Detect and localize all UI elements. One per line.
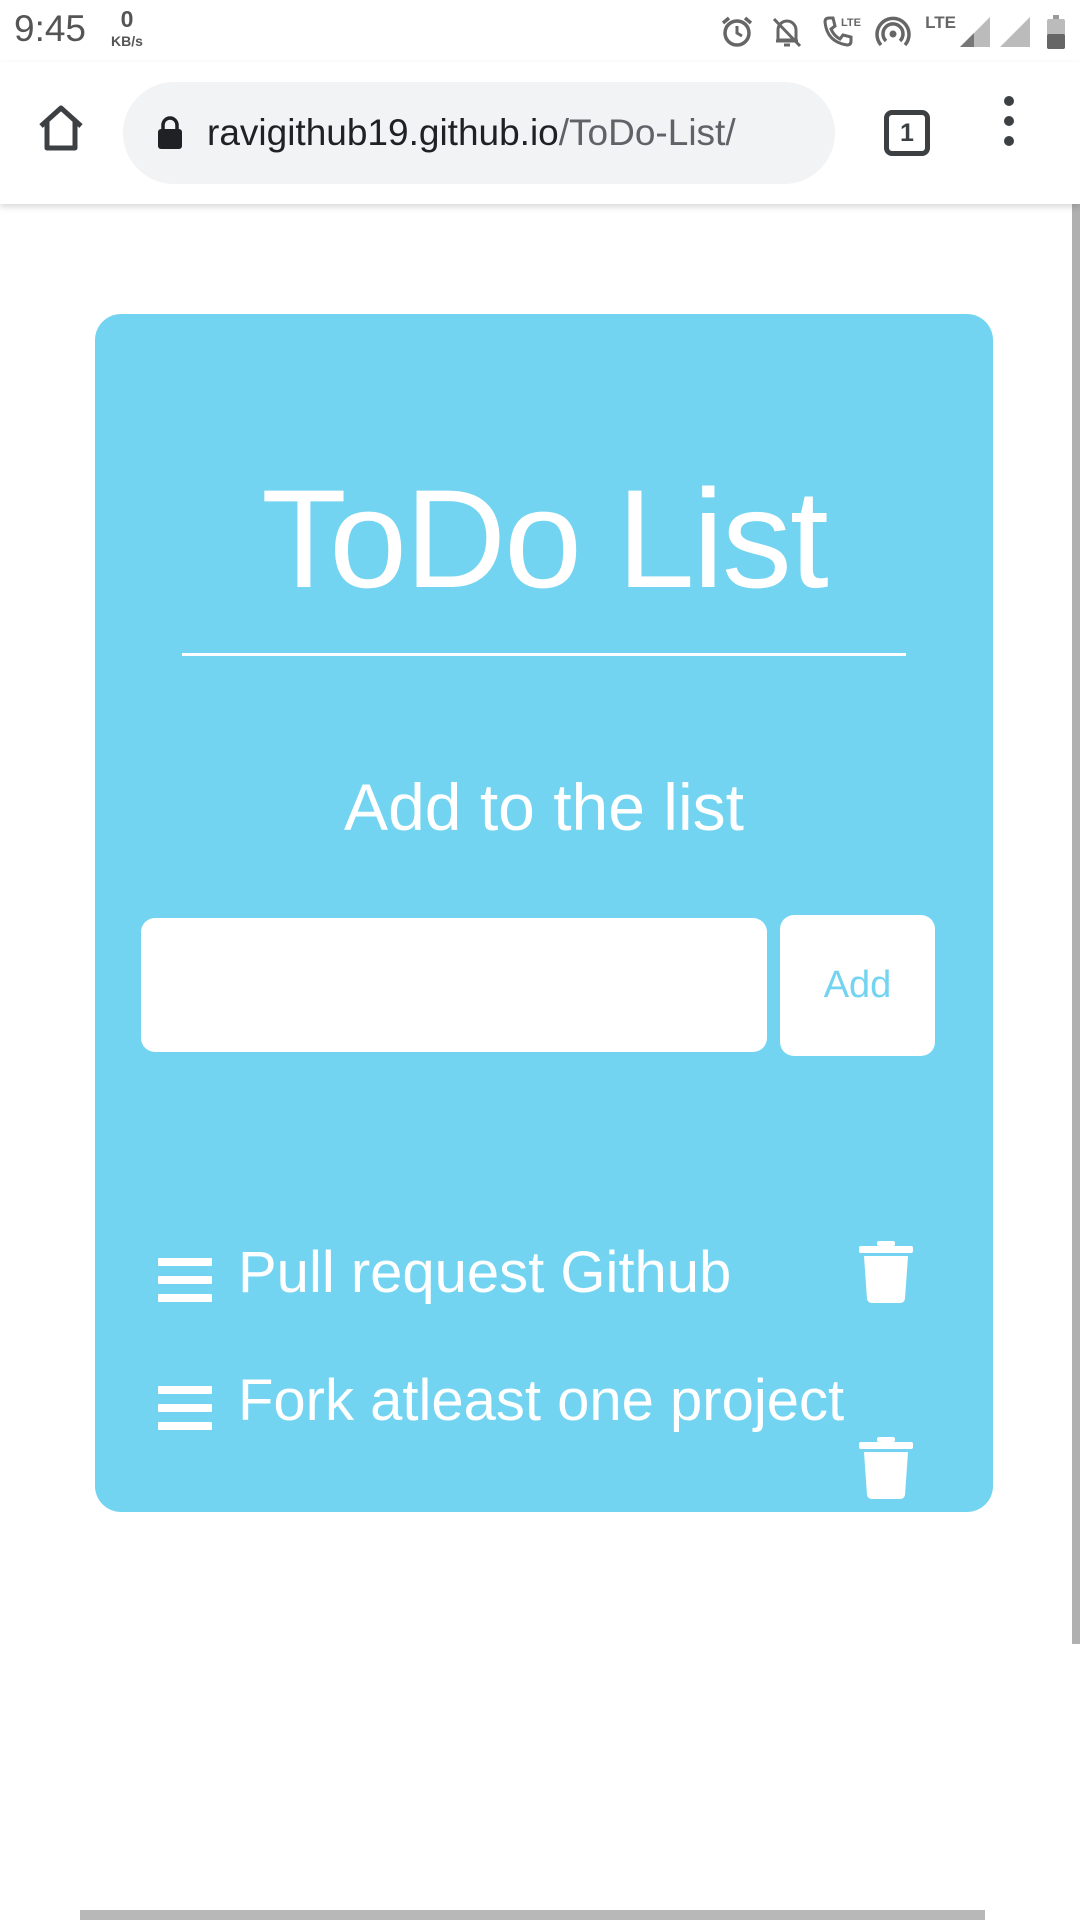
drag-handle-bar: [158, 1258, 212, 1266]
todo-item-text: Pull request Github: [238, 1240, 732, 1305]
drag-handle-bar: [158, 1404, 212, 1412]
svg-text:LTE: LTE: [841, 17, 861, 29]
lock-icon: [157, 116, 183, 150]
home-icon: [36, 104, 86, 157]
drag-handle-bar: [158, 1422, 212, 1430]
url-path: /ToDo-List/: [558, 112, 736, 153]
todo-item-text: Fork atleast one project: [238, 1368, 845, 1433]
status-bar: 9:45 0 KB/s LTE LTE: [0, 0, 1080, 62]
network-speed: 0 KB/s: [105, 6, 149, 49]
home-button[interactable]: [30, 100, 92, 160]
delete-item-1-button[interactable]: [857, 1240, 915, 1308]
lte-label: LTE: [925, 13, 956, 32]
browser-menu-button[interactable]: [994, 96, 1024, 146]
title-divider: [182, 653, 906, 656]
url-text: ravigithub19.github.io/ToDo-List/: [207, 112, 736, 154]
delete-item-2-button[interactable]: [857, 1436, 915, 1504]
horizontal-scrollbar[interactable]: [80, 1910, 985, 1920]
status-icons: LTE LTE: [719, 10, 1080, 54]
add-section-heading: Add to the list: [344, 770, 744, 844]
more-vert-dot: [1004, 116, 1014, 126]
alarm-icon: [719, 14, 755, 50]
notifications-off-icon: [769, 14, 805, 50]
volte-call-icon: LTE: [819, 14, 861, 50]
network-speed-value: 0: [120, 6, 134, 32]
drag-handle-bar: [158, 1294, 212, 1302]
signal-icon: [958, 15, 992, 49]
battery-icon: [1046, 14, 1066, 50]
drag-handle-icon[interactable]: [158, 1258, 212, 1302]
network-speed-unit: KB/s: [111, 33, 143, 49]
more-vert-icon: [1004, 96, 1014, 106]
more-vert-dot: [1004, 136, 1014, 146]
drag-handle-bar: [158, 1386, 212, 1394]
page-title: ToDo List: [261, 460, 829, 617]
browser-toolbar: ravigithub19.github.io/ToDo-List/ 1: [0, 62, 1080, 204]
address-bar[interactable]: ravigithub19.github.io/ToDo-List/: [123, 82, 835, 184]
vertical-scrollbar[interactable]: [1072, 204, 1080, 1644]
url-domain: ravigithub19.github.io: [207, 112, 559, 153]
tab-count: 1: [900, 118, 914, 147]
web-page: ToDo List Add to the list Add Pull reque…: [0, 204, 1080, 1920]
drag-handle-icon[interactable]: [158, 1386, 212, 1430]
todo-input[interactable]: [141, 918, 767, 1052]
hotspot-icon: [875, 14, 911, 50]
todo-card: ToDo List Add to the list Add Pull reque…: [95, 314, 993, 1512]
add-button[interactable]: Add: [780, 915, 935, 1056]
tab-switcher-button[interactable]: 1: [884, 110, 930, 156]
trash-icon: [859, 1436, 913, 1504]
signal-icon: [998, 15, 1032, 49]
drag-handle-bar: [158, 1276, 212, 1284]
status-time: 9:45: [14, 8, 87, 49]
trash-icon: [859, 1240, 913, 1308]
